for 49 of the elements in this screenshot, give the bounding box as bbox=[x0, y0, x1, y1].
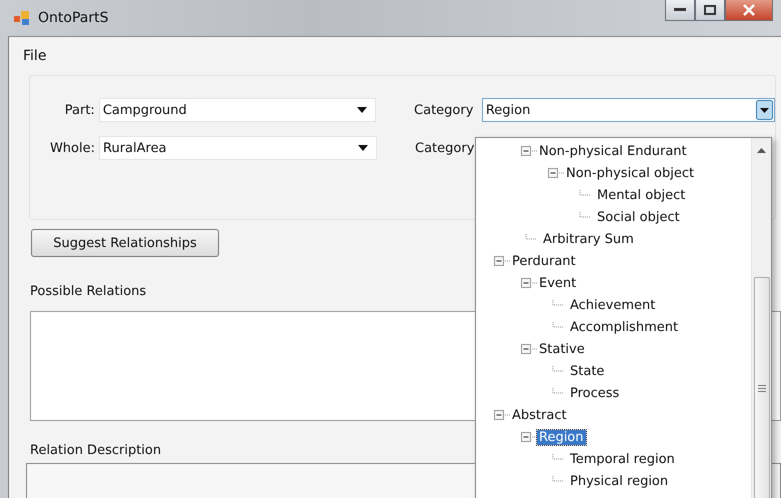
close-icon bbox=[743, 4, 755, 16]
tree-item[interactable]: Accomplishment bbox=[568, 320, 680, 334]
menu-item[interactable]: File bbox=[19, 46, 50, 66]
maximize-button[interactable] bbox=[695, 0, 725, 21]
tree-item[interactable]: State bbox=[568, 364, 606, 378]
tree-item[interactable]: Region bbox=[537, 430, 586, 444]
collapse-icon[interactable] bbox=[521, 278, 537, 288]
combo-box[interactable]: RuralArea bbox=[99, 136, 377, 160]
field-label: Category bbox=[415, 140, 476, 156]
maximize-icon bbox=[704, 5, 716, 15]
tree-item[interactable]: Process bbox=[568, 386, 622, 400]
minimize-icon bbox=[674, 8, 686, 12]
tree-item[interactable]: Arbitrary Sum bbox=[541, 232, 636, 246]
collapse-icon[interactable] bbox=[548, 168, 564, 178]
scroll-thumb[interactable] bbox=[754, 277, 770, 498]
field-label: Whole: bbox=[48, 140, 96, 156]
dropdown-button-icon bbox=[756, 100, 773, 120]
window-title: OntoPartS bbox=[38, 10, 108, 26]
tree-item[interactable]: Perdurant bbox=[510, 254, 578, 268]
scrollbar[interactable] bbox=[751, 138, 771, 498]
section-label: Possible Relations bbox=[30, 284, 148, 299]
caret-icon bbox=[358, 145, 368, 151]
suggest-relationships-button[interactable]: Suggest Relationships bbox=[31, 229, 219, 257]
tree-item[interactable]: Abstract bbox=[510, 408, 569, 422]
close-button[interactable] bbox=[725, 0, 773, 21]
tree-item[interactable]: Physical region bbox=[568, 474, 670, 488]
combo-box[interactable]: Campground bbox=[98, 98, 376, 122]
section-label: Relation Description bbox=[30, 443, 162, 458]
collapse-icon[interactable] bbox=[521, 432, 537, 442]
grip-icon bbox=[758, 384, 766, 392]
app-icon bbox=[14, 11, 30, 25]
caret-icon bbox=[357, 107, 368, 113]
tree-item[interactable]: Event bbox=[537, 276, 578, 290]
tree-item[interactable]: Non-physical object bbox=[564, 166, 696, 180]
field-label: Category bbox=[414, 102, 474, 118]
combo-box[interactable]: Region bbox=[482, 98, 775, 122]
tree-item[interactable]: Temporal region bbox=[568, 452, 677, 466]
tree-item[interactable]: Mental object bbox=[595, 188, 688, 202]
field-label: Part: bbox=[64, 102, 96, 118]
minimize-button[interactable] bbox=[665, 0, 695, 21]
tree-item[interactable]: Achievement bbox=[568, 298, 658, 312]
collapse-icon[interactable] bbox=[494, 256, 510, 266]
scroll-up-icon bbox=[757, 148, 766, 153]
collapse-icon[interactable] bbox=[521, 146, 537, 156]
tree-item[interactable]: Social object bbox=[595, 210, 682, 224]
tree-item[interactable]: Stative bbox=[537, 342, 587, 356]
tree-item[interactable]: Non-physical Endurant bbox=[537, 144, 689, 158]
collapse-icon[interactable] bbox=[521, 344, 537, 354]
collapse-icon[interactable] bbox=[494, 410, 510, 420]
